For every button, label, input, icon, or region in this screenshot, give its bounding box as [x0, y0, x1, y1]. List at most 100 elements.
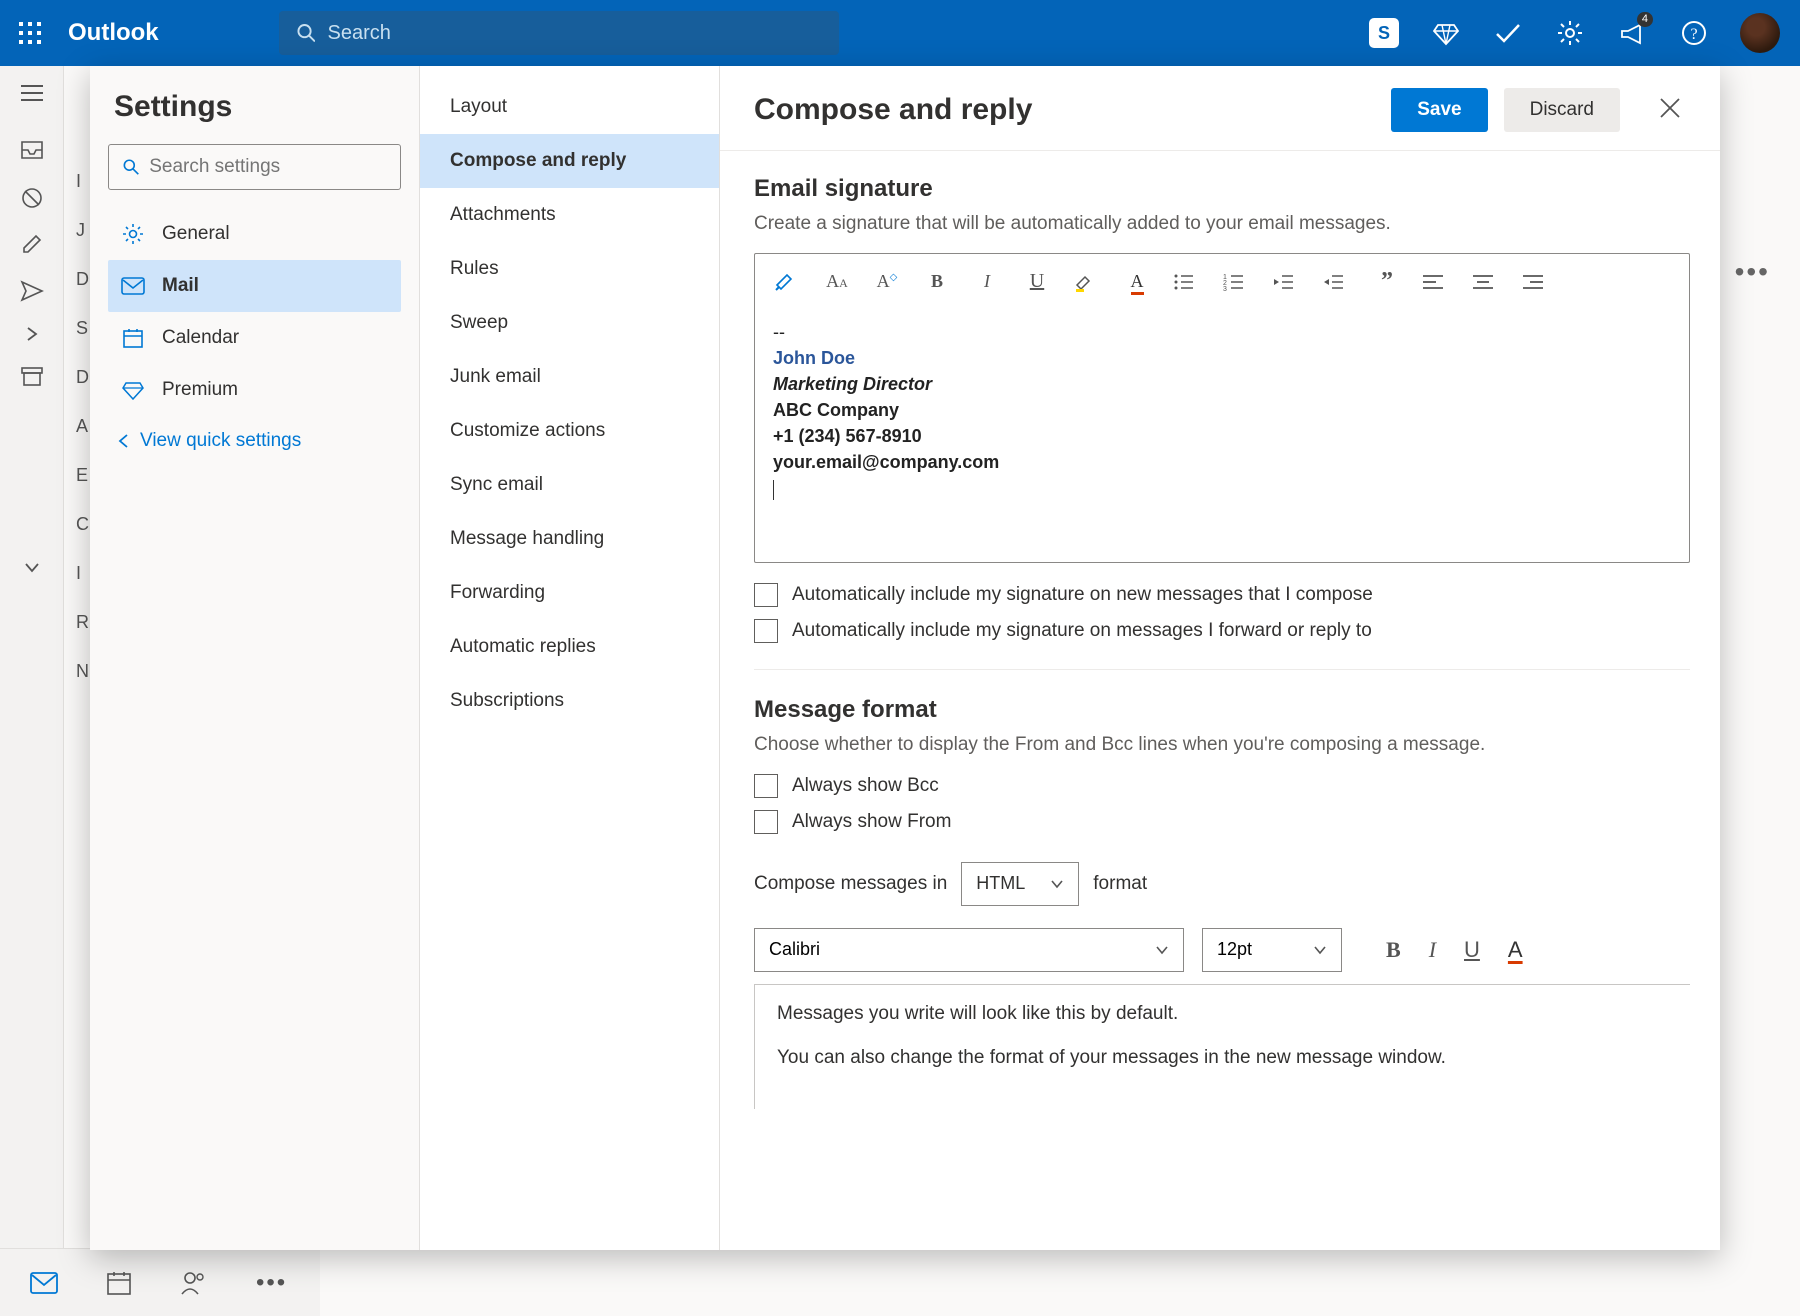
message-format-desc: Choose whether to display the From and B…: [754, 734, 1690, 756]
preview-line-1: Messages you write will look like this b…: [777, 1003, 1668, 1025]
divider: [754, 669, 1690, 670]
content-title: Compose and reply: [754, 93, 1032, 127]
subnav-sync-email[interactable]: Sync email: [420, 458, 719, 512]
checkbox-show-from[interactable]: Always show From: [754, 810, 1690, 834]
subnav-subscriptions[interactable]: Subscriptions: [420, 674, 719, 728]
settings-search-input[interactable]: [149, 156, 386, 178]
format-preview: Messages you write will look like this b…: [754, 984, 1690, 1109]
font-family-icon[interactable]: AA: [823, 271, 851, 292]
blocked-icon[interactable]: [20, 186, 44, 210]
signature-textarea[interactable]: -- John Doe Marketing Director ABC Compa…: [755, 309, 1689, 562]
settings-title: Settings: [108, 90, 401, 124]
discard-button[interactable]: Discard: [1504, 88, 1620, 132]
close-icon[interactable]: [1658, 96, 1686, 124]
signature-editor: AA A◇ B I U A 123 ” --: [754, 253, 1690, 563]
subnav-automatic-replies[interactable]: Automatic replies: [420, 620, 719, 674]
header-actions: Save Discard: [1391, 88, 1686, 132]
align-left-icon[interactable]: [1423, 274, 1451, 290]
checkbox-include-new[interactable]: Automatically include my signature on ne…: [754, 583, 1690, 607]
app-launcher-icon[interactable]: [10, 13, 50, 53]
preview-line-2: You can also change the format of your m…: [777, 1047, 1668, 1069]
help-icon[interactable]: ?: [1678, 17, 1710, 49]
category-calendar[interactable]: Calendar: [108, 312, 401, 364]
default-underline-icon[interactable]: U: [1464, 937, 1480, 963]
mail-app-icon[interactable]: [30, 1272, 58, 1294]
font-color-icon[interactable]: A: [1123, 270, 1151, 293]
brand-label[interactable]: Outlook: [68, 19, 159, 47]
diamond-icon[interactable]: [1430, 17, 1462, 49]
hamburger-icon[interactable]: [21, 84, 43, 116]
subnav-forwarding[interactable]: Forwarding: [420, 566, 719, 620]
content-scroll[interactable]: Email signature Create a signature that …: [720, 151, 1720, 1149]
sent-icon[interactable]: [20, 280, 44, 302]
save-button[interactable]: Save: [1391, 88, 1487, 132]
font-family-dropdown[interactable]: Calibri: [754, 928, 1184, 972]
content-header: Compose and reply Save Discard: [720, 66, 1720, 151]
font-size-dropdown[interactable]: 12pt: [1202, 928, 1342, 972]
megaphone-icon[interactable]: 4: [1616, 17, 1648, 49]
calendar-app-icon[interactable]: [106, 1270, 132, 1296]
people-app-icon[interactable]: [180, 1270, 208, 1296]
subnav-compose-reply[interactable]: Compose and reply: [420, 134, 719, 188]
bullet-list-icon[interactable]: [1173, 273, 1201, 291]
checkbox-include-forward[interactable]: Automatically include my signature on me…: [754, 619, 1690, 643]
highlight-icon[interactable]: [1073, 271, 1101, 293]
align-center-icon[interactable]: [1473, 274, 1501, 290]
drafts-icon[interactable]: [21, 234, 43, 256]
default-font-color-icon[interactable]: A: [1508, 937, 1523, 963]
diamond-icon: [120, 380, 146, 400]
format-painter-icon[interactable]: [773, 271, 801, 293]
notification-count-badge: 4: [1637, 12, 1653, 27]
message-format-title: Message format: [754, 696, 1690, 724]
checkbox-icon[interactable]: [754, 583, 778, 607]
subnav-customize-actions[interactable]: Customize actions: [420, 404, 719, 458]
subnav-junk-email[interactable]: Junk email: [420, 350, 719, 404]
left-rail: [0, 66, 64, 1248]
search-icon: [123, 158, 139, 176]
global-search-input[interactable]: [327, 22, 820, 45]
font-size-icon[interactable]: A◇: [873, 271, 901, 292]
settings-search[interactable]: [108, 144, 401, 190]
align-right-icon[interactable]: [1523, 274, 1551, 290]
more-actions-icon[interactable]: •••: [1735, 256, 1770, 288]
default-bold-icon[interactable]: B: [1386, 937, 1401, 963]
outdent-icon[interactable]: [1273, 273, 1301, 291]
chevron-down-icon[interactable]: [24, 562, 40, 574]
checkbox-icon[interactable]: [754, 774, 778, 798]
expand-icon[interactable]: [24, 326, 40, 342]
compose-format-dropdown[interactable]: HTML: [961, 862, 1079, 906]
checkbox-icon[interactable]: [754, 619, 778, 643]
skype-icon[interactable]: S: [1368, 17, 1400, 49]
todo-icon[interactable]: [1492, 17, 1524, 49]
subnav-rules[interactable]: Rules: [420, 242, 719, 296]
sig-email: your.email@company.com: [773, 449, 1671, 475]
checkbox-icon[interactable]: [754, 810, 778, 834]
category-general[interactable]: General: [108, 208, 401, 260]
settings-content: Compose and reply Save Discard Email sig…: [720, 66, 1720, 1250]
quote-icon[interactable]: ”: [1373, 268, 1401, 295]
global-search[interactable]: [279, 11, 839, 55]
underline-icon[interactable]: U: [1023, 270, 1051, 293]
account-avatar[interactable]: [1740, 13, 1780, 53]
subnav-sweep[interactable]: Sweep: [420, 296, 719, 350]
indent-icon[interactable]: [1323, 273, 1351, 291]
category-mail[interactable]: Mail: [108, 260, 401, 312]
settings-modal: Settings General Mail Calendar Premium V…: [90, 66, 1720, 1250]
inbox-icon[interactable]: [20, 140, 44, 162]
subnav-attachments[interactable]: Attachments: [420, 188, 719, 242]
numbered-list-icon[interactable]: 123: [1223, 273, 1251, 291]
subnav-layout[interactable]: Layout: [420, 80, 719, 134]
chevron-down-icon: [1155, 945, 1169, 955]
bold-icon[interactable]: B: [923, 271, 951, 292]
category-premium[interactable]: Premium: [108, 364, 401, 416]
settings-subnav: Layout Compose and reply Attachments Rul…: [420, 66, 720, 1250]
settings-gear-icon[interactable]: [1554, 17, 1586, 49]
checkbox-show-bcc[interactable]: Always show Bcc: [754, 774, 1690, 798]
text-cursor: [773, 480, 774, 500]
archive-icon[interactable]: [20, 366, 44, 388]
view-quick-settings-link[interactable]: View quick settings: [108, 416, 401, 466]
italic-icon[interactable]: I: [973, 271, 1001, 292]
more-apps-icon[interactable]: •••: [256, 1269, 287, 1297]
subnav-message-handling[interactable]: Message handling: [420, 512, 719, 566]
default-italic-icon[interactable]: I: [1429, 937, 1436, 963]
